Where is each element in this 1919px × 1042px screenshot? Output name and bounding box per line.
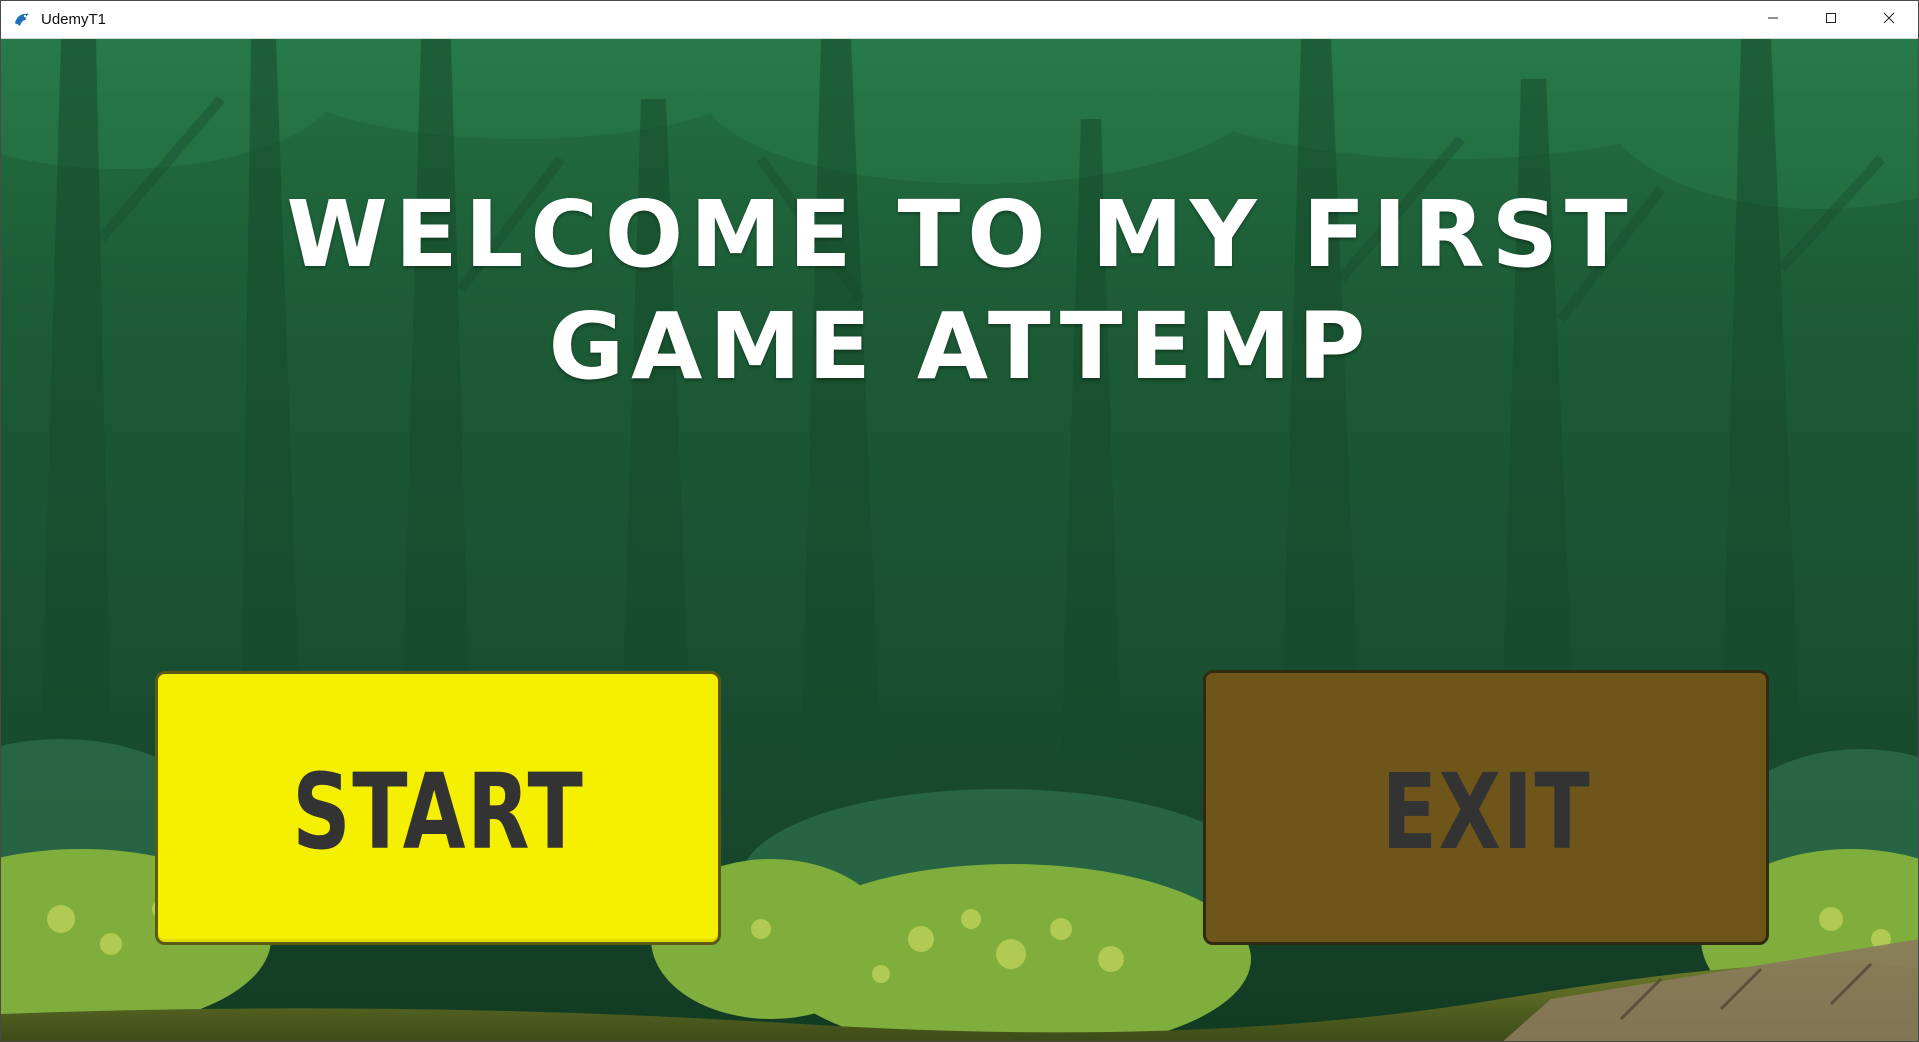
- game-canvas: WELCOME TO MY FIRST GAME ATTEMP START EX…: [1, 39, 1918, 1041]
- maximize-icon: [1825, 11, 1837, 29]
- headline-line-1: WELCOME TO MY FIRST: [286, 181, 1635, 288]
- maximize-button[interactable]: [1802, 1, 1860, 39]
- game-window: UdemyT1 WELCOME TO MY FIRST GAME ATTEMP …: [0, 0, 1919, 1042]
- exit-button-label: EXIT: [1381, 750, 1591, 873]
- app-bird-icon: [11, 9, 33, 31]
- welcome-headline: WELCOME TO MY FIRST GAME ATTEMP: [1, 179, 1918, 403]
- minimize-icon: [1767, 11, 1779, 29]
- title-bar[interactable]: UdemyT1: [1, 1, 1918, 39]
- start-button[interactable]: START: [155, 671, 721, 945]
- close-button[interactable]: [1860, 1, 1918, 39]
- close-icon: [1883, 11, 1895, 29]
- window-controls: [1744, 1, 1918, 39]
- headline-line-2: GAME ATTEMP: [548, 293, 1373, 400]
- start-button-label: START: [291, 751, 585, 873]
- window-title: UdemyT1: [41, 11, 107, 28]
- exit-button[interactable]: EXIT: [1203, 670, 1769, 945]
- minimize-button[interactable]: [1744, 1, 1802, 39]
